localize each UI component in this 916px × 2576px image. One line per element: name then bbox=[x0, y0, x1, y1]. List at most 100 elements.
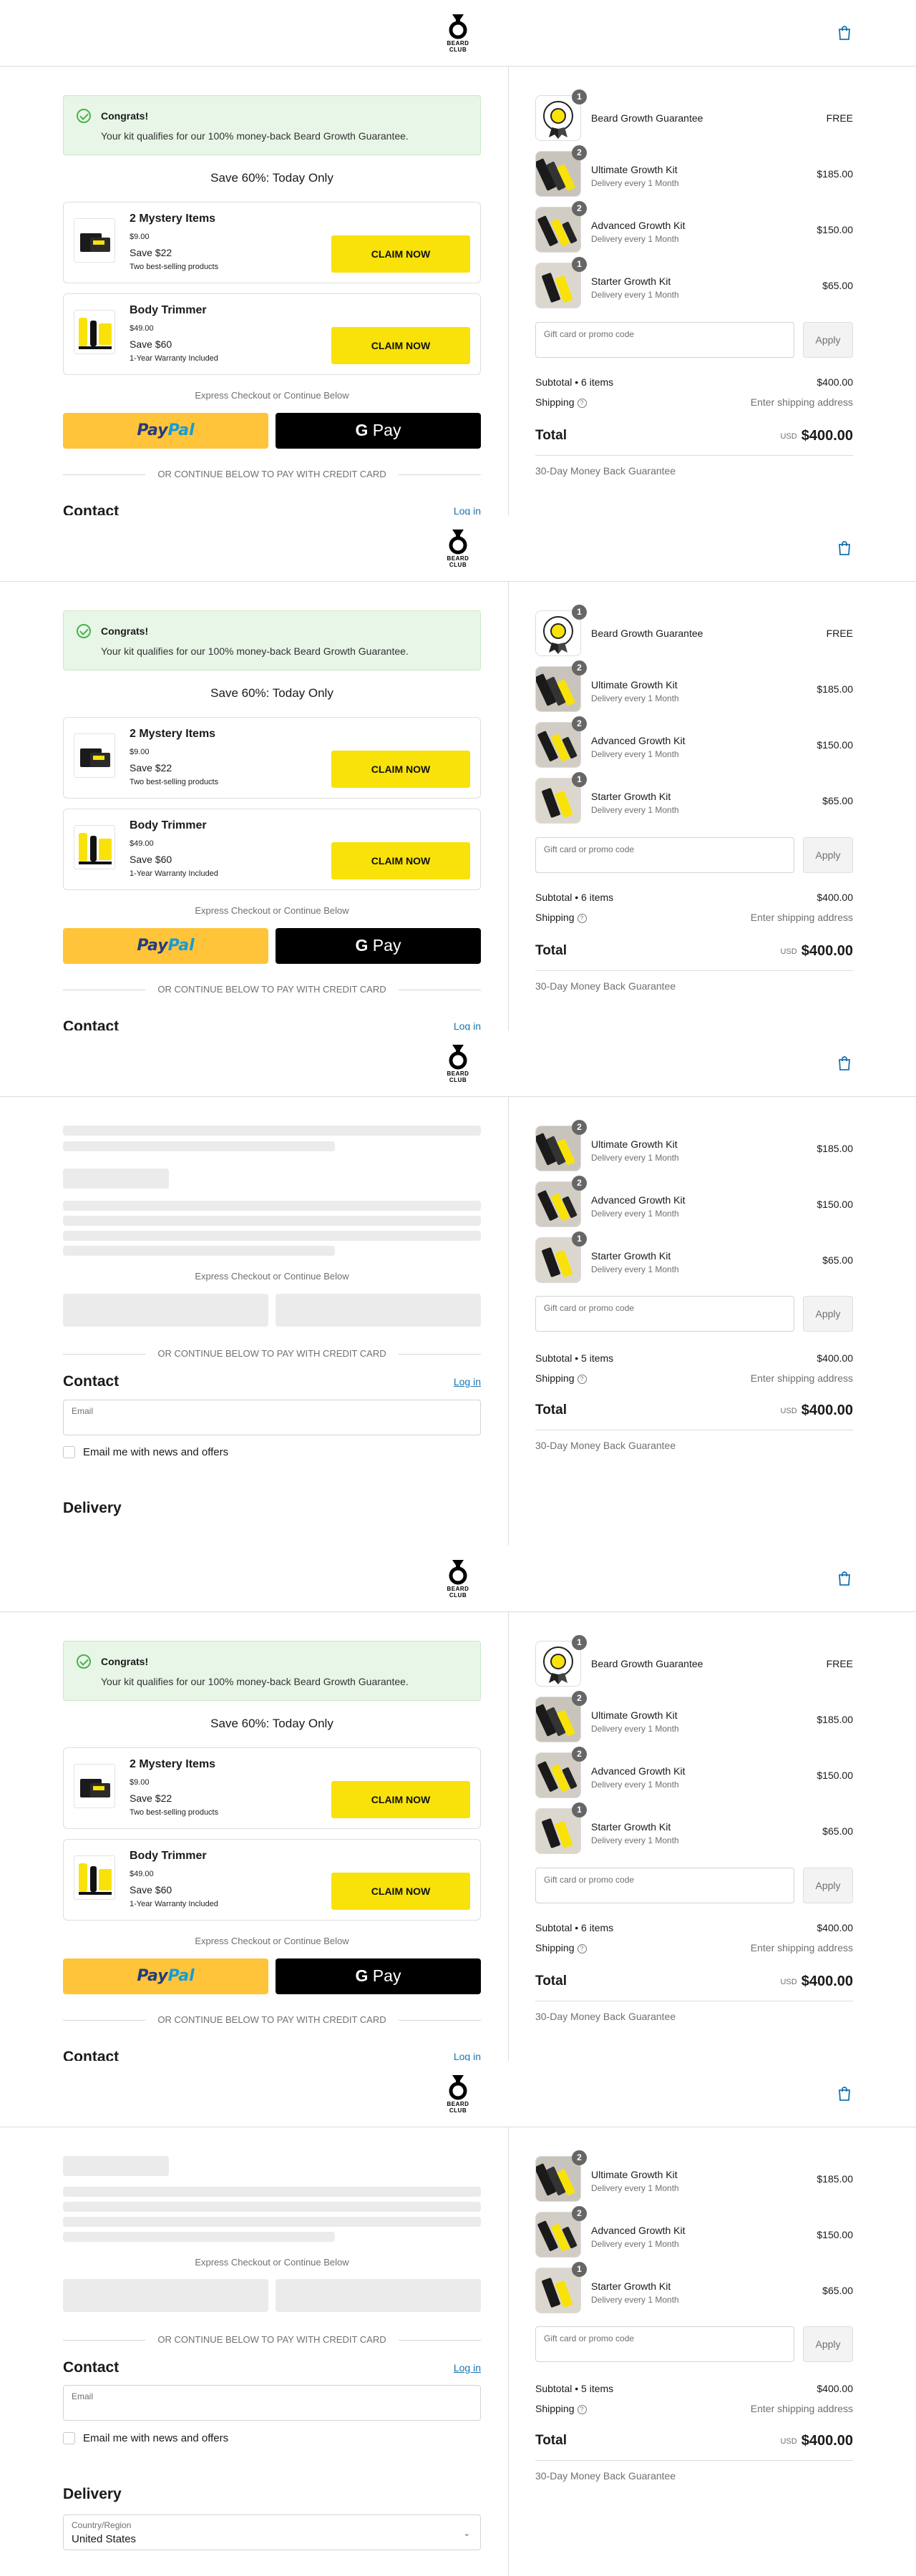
claim-now-button[interactable]: CLAIM NOW bbox=[331, 235, 470, 273]
offer-note: Two best-selling products bbox=[130, 778, 219, 786]
log-in-link[interactable]: Log in bbox=[454, 505, 481, 515]
loading-skeleton bbox=[63, 2156, 169, 2176]
news-offers-label: Email me with news and offers bbox=[83, 1446, 229, 1458]
check-circle-icon bbox=[77, 109, 91, 123]
paypal-logo: PayPal bbox=[137, 1967, 195, 1985]
subtotal-label: Subtotal • 5 items bbox=[535, 1352, 614, 1364]
item-name: Ultimate Growth Kit bbox=[591, 679, 678, 691]
beard-club-logo[interactable]: BEARD CLUB bbox=[444, 1042, 472, 1083]
item-thumbnail: 1 bbox=[535, 605, 587, 656]
offer-savings: Save $60 bbox=[130, 854, 172, 865]
item-price: $185.00 bbox=[817, 1143, 853, 1154]
shopping-bag-icon[interactable] bbox=[837, 1055, 852, 1071]
apply-promo-button[interactable]: Apply bbox=[803, 322, 853, 358]
item-delivery-frequency: Delivery every 1 Month bbox=[591, 749, 679, 759]
claim-now-button[interactable]: CLAIM NOW bbox=[331, 751, 470, 788]
info-icon[interactable]: ? bbox=[577, 2404, 587, 2414]
offer-savings: Save $22 bbox=[130, 762, 172, 774]
beard-club-logo[interactable]: BEARD CLUB bbox=[444, 11, 472, 53]
apply-promo-button[interactable]: Apply bbox=[803, 837, 853, 873]
log-in-link[interactable]: Log in bbox=[454, 2051, 481, 2061]
promo-code-input[interactable]: Gift card or promo code bbox=[535, 1868, 794, 1903]
claim-now-button[interactable]: CLAIM NOW bbox=[331, 1781, 470, 1818]
email-field[interactable]: Email bbox=[63, 1400, 481, 1435]
or-divider-text: OR CONTINUE BELOW TO PAY WITH CREDIT CAR… bbox=[157, 2014, 386, 2025]
google-pay-logo: G Pay bbox=[355, 421, 401, 439]
item-name: Ultimate Growth Kit bbox=[591, 1709, 678, 1721]
loading-gpay-placeholder bbox=[276, 1294, 481, 1327]
check-circle-icon bbox=[77, 624, 91, 638]
item-price: $150.00 bbox=[817, 224, 853, 235]
logo-text-club: CLUB bbox=[449, 1077, 467, 1083]
info-icon[interactable]: ? bbox=[577, 398, 587, 408]
log-in-link[interactable]: Log in bbox=[454, 1020, 481, 1030]
promo-code-input[interactable]: Gift card or promo code bbox=[535, 1296, 794, 1332]
shopping-bag-icon[interactable] bbox=[837, 25, 852, 41]
total-label: Total bbox=[535, 1974, 567, 1989]
apply-promo-button[interactable]: Apply bbox=[803, 2326, 853, 2362]
save-heading: Save 60%: Today Only bbox=[210, 171, 333, 185]
promo-code-input[interactable]: Gift card or promo code bbox=[535, 2326, 794, 2362]
subtotal-value: $400.00 bbox=[817, 892, 853, 903]
money-back-guarantee-note: 30-Day Money Back Guarantee bbox=[535, 465, 676, 477]
item-name: Starter Growth Kit bbox=[591, 275, 671, 287]
total-label: Total bbox=[535, 943, 567, 958]
info-icon[interactable]: ? bbox=[577, 1943, 587, 1953]
apply-promo-button[interactable]: Apply bbox=[803, 1296, 853, 1332]
google-pay-button[interactable]: G Pay bbox=[276, 413, 481, 449]
news-offers-checkbox[interactable] bbox=[63, 2432, 75, 2444]
google-pay-logo: G Pay bbox=[355, 1966, 401, 1985]
paypal-button[interactable]: PayPal bbox=[63, 1958, 268, 1994]
paypal-button[interactable]: PayPal bbox=[63, 413, 268, 449]
mystery-items-image bbox=[74, 218, 115, 263]
google-pay-button[interactable]: G Pay bbox=[276, 1958, 481, 1994]
item-name: Starter Growth Kit bbox=[591, 1250, 671, 1262]
paypal-button[interactable]: PayPal bbox=[63, 928, 268, 964]
country-value: United States bbox=[72, 2533, 137, 2545]
google-pay-button[interactable]: G Pay bbox=[276, 928, 481, 964]
cart-item-starter: 1 Starter Growth Kit Delivery every 1 Mo… bbox=[535, 2262, 853, 2315]
item-name: Advanced Growth Kit bbox=[591, 1194, 686, 1206]
shopping-bag-icon[interactable] bbox=[837, 540, 852, 556]
loading-paypal-placeholder bbox=[63, 1294, 268, 1327]
claim-now-button[interactable]: CLAIM NOW bbox=[331, 842, 470, 879]
item-delivery-frequency: Delivery every 1 Month bbox=[591, 2183, 679, 2193]
express-checkout-label: Express Checkout or Continue Below bbox=[195, 1271, 349, 1282]
log-in-link[interactable]: Log in bbox=[454, 1376, 481, 1387]
info-icon[interactable]: ? bbox=[577, 1374, 587, 1384]
shopping-bag-icon[interactable] bbox=[837, 2086, 852, 2102]
cart-item-ultimate: 2 Ultimate Growth Kit Delivery every 1 M… bbox=[535, 1120, 853, 1173]
item-name: Starter Growth Kit bbox=[591, 1821, 671, 1833]
item-quantity-badge: 1 bbox=[572, 605, 587, 620]
log-in-link[interactable]: Log in bbox=[454, 2362, 481, 2373]
claim-now-button[interactable]: CLAIM NOW bbox=[331, 1873, 470, 1910]
or-divider: OR CONTINUE BELOW TO PAY WITH CREDIT CAR… bbox=[63, 983, 481, 997]
promo-code-input[interactable]: Gift card or promo code bbox=[535, 322, 794, 358]
paypal-logo: PayPal bbox=[137, 937, 195, 955]
shopping-bag-icon[interactable] bbox=[837, 1571, 852, 1586]
item-thumbnail: 2 bbox=[535, 145, 587, 197]
item-delivery-frequency: Delivery every 1 Month bbox=[591, 1264, 679, 1274]
beard-logo-icon bbox=[449, 2075, 467, 2100]
congrats-banner: Congrats! Your kit qualifies for our 100… bbox=[63, 95, 481, 155]
country-select[interactable]: Country/Region United States ⌄ bbox=[63, 2514, 481, 2550]
cart-item-advanced: 2 Advanced Growth Kit Delivery every 1 M… bbox=[535, 1176, 853, 1229]
item-thumbnail: 2 bbox=[535, 1691, 587, 1742]
news-offers-checkbox[interactable] bbox=[63, 1446, 75, 1458]
beard-club-logo[interactable]: BEARD CLUB bbox=[444, 1557, 472, 1599]
checkout-frame-4: BEARD CLUB Congrats! Your kit qualifies … bbox=[0, 1546, 916, 2061]
item-quantity-badge: 2 bbox=[572, 145, 587, 160]
loading-skeleton bbox=[63, 2217, 481, 2227]
email-field[interactable]: Email bbox=[63, 2385, 481, 2421]
shipping-row: Shipping? Enter shipping address bbox=[535, 1942, 853, 1953]
beard-club-logo[interactable]: BEARD CLUB bbox=[444, 527, 472, 568]
promo-code-input[interactable]: Gift card or promo code bbox=[535, 837, 794, 873]
apply-promo-button[interactable]: Apply bbox=[803, 1868, 853, 1903]
loading-skeleton bbox=[63, 1169, 169, 1189]
info-icon[interactable]: ? bbox=[577, 913, 587, 923]
claim-now-button[interactable]: CLAIM NOW bbox=[331, 327, 470, 364]
beard-club-logo[interactable]: BEARD CLUB bbox=[444, 2072, 472, 2114]
promo-placeholder: Gift card or promo code bbox=[544, 2333, 635, 2343]
offer-card-trimmer: Body Trimmer $49.00 Save $60 1-Year Warr… bbox=[63, 809, 481, 890]
item-thumbnail: 2 bbox=[535, 2206, 587, 2258]
